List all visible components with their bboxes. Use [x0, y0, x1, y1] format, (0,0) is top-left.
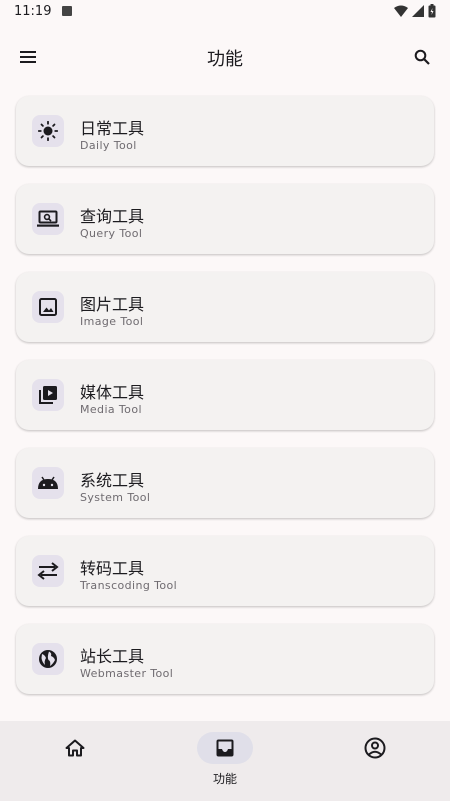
search-button[interactable] [408, 44, 436, 70]
nav-item-account[interactable] [300, 721, 450, 801]
swap-arrows-icon [37, 562, 59, 580]
video-library-icon [39, 386, 57, 404]
tool-title: 系统工具 [80, 471, 145, 490]
tool-subtitle: Daily Tool [80, 139, 137, 152]
tool-card-daily[interactable]: 日常工具 Daily Tool [16, 96, 434, 166]
tool-subtitle: Image Tool [80, 315, 144, 328]
nav-pill [347, 732, 403, 764]
image-icon [39, 298, 57, 316]
app-bar: 功能 [0, 34, 450, 80]
home-icon [65, 739, 85, 757]
tool-card-query[interactable]: 查询工具 Query Tool [16, 184, 434, 254]
tool-icon-badge [32, 203, 64, 235]
tool-title: 站长工具 [80, 647, 145, 666]
globe-icon [39, 650, 57, 668]
search-icon [414, 49, 430, 65]
tool-card-system[interactable]: 系统工具 System Tool [16, 448, 434, 518]
android-icon [38, 476, 58, 489]
tool-card-webmaster[interactable]: 站长工具 Webmaster Tool [16, 624, 434, 694]
tool-subtitle: Media Tool [80, 403, 142, 416]
account-circle-icon [364, 737, 386, 759]
sun-icon [38, 121, 58, 141]
tool-subtitle: Query Tool [80, 227, 143, 240]
nav-item-features[interactable]: 功能 [150, 721, 300, 801]
tool-title: 图片工具 [80, 295, 145, 314]
status-time: 11:19 [14, 4, 52, 19]
tool-title: 查询工具 [80, 207, 145, 226]
bottom-navigation: 功能 [0, 721, 450, 801]
nav-label: 功能 [212, 772, 237, 786]
laptop-search-icon [37, 210, 59, 227]
tool-icon-badge [32, 291, 64, 323]
signal-icon [412, 5, 424, 17]
tool-subtitle: Transcoding Tool [80, 579, 178, 592]
nav-pill-active [197, 732, 253, 764]
page-title: 功能 [207, 49, 243, 70]
tool-card-transcoding[interactable]: 转码工具 Transcoding Tool [16, 536, 434, 606]
wifi-icon [394, 5, 408, 17]
status-bar: 11:19 [0, 0, 450, 26]
battery-icon [428, 4, 436, 18]
tool-card-media[interactable]: 媒体工具 Media Tool [16, 360, 434, 430]
tool-title: 日常工具 [80, 119, 145, 138]
status-icons [394, 4, 436, 18]
tool-title: 转码工具 [80, 559, 145, 578]
tool-icon-badge [32, 379, 64, 411]
tool-icon-badge [32, 115, 64, 147]
tool-subtitle: System Tool [80, 491, 151, 504]
nav-pill [47, 732, 103, 764]
tool-card-image[interactable]: 图片工具 Image Tool [16, 272, 434, 342]
tool-title: 媒体工具 [80, 383, 145, 402]
notification-icon [62, 6, 72, 16]
tool-list: 日常工具 Daily Tool 查询工具 Query Tool 图片工具 Ima… [16, 96, 434, 712]
tool-subtitle: Webmaster Tool [80, 667, 174, 680]
tool-icon-badge [32, 555, 64, 587]
nav-item-home[interactable] [0, 721, 150, 801]
tool-icon-badge [32, 467, 64, 499]
inbox-icon [216, 739, 234, 757]
tool-icon-badge [32, 643, 64, 675]
